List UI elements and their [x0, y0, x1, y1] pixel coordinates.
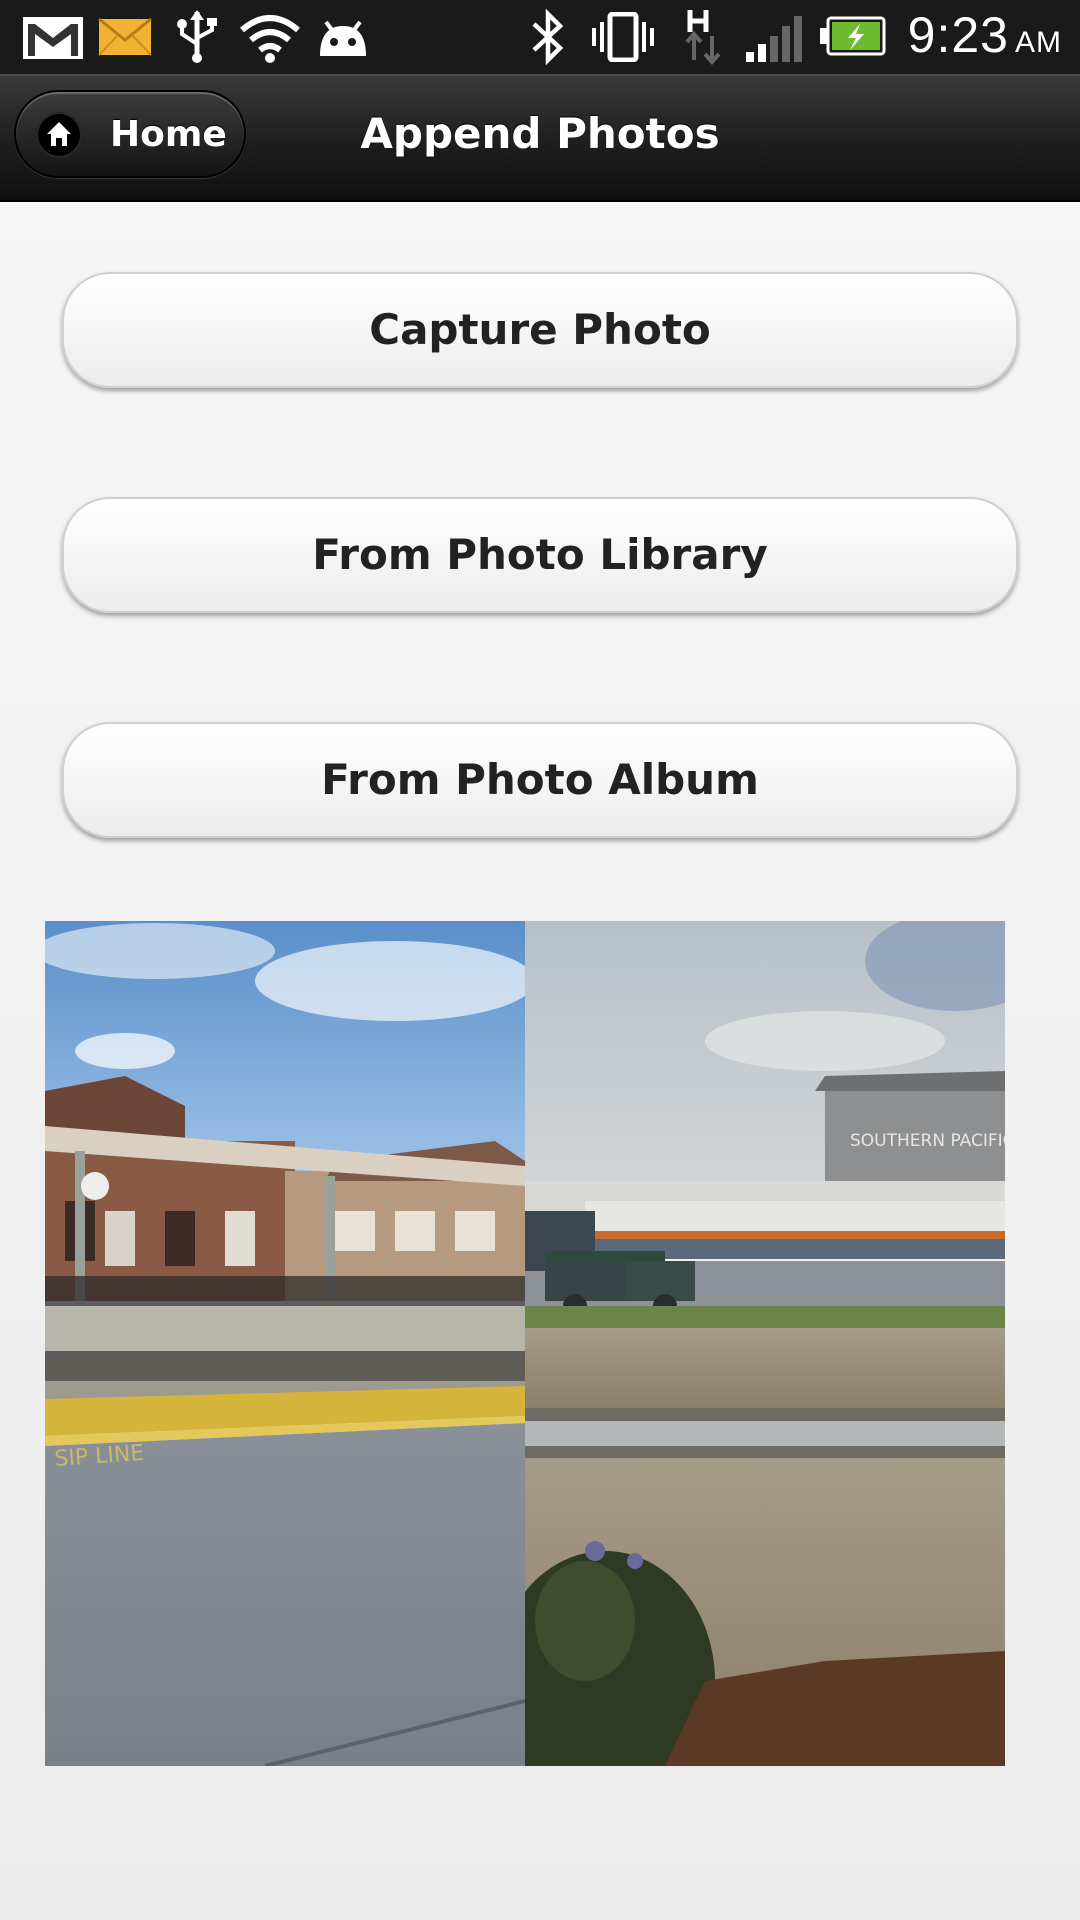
photo-thumbnail-platform[interactable]: SIP LINE — [45, 921, 525, 1766]
clock: 9:23 AM — [908, 6, 1062, 64]
photo-thumbnail-railyard[interactable]: SOUTHERN PACIFIC — [525, 921, 1005, 1766]
building-sign-text: SOUTHERN PACIFIC — [850, 1131, 1005, 1151]
usb-icon — [174, 8, 220, 68]
wifi-icon — [238, 12, 302, 68]
photo-library-button[interactable]: From Photo Library — [62, 497, 1018, 613]
home-icon — [36, 112, 82, 158]
data-h-icon — [684, 6, 724, 70]
status-bar: 9:23 AM — [0, 0, 1080, 74]
capture-photo-button[interactable]: Capture Photo — [62, 272, 1018, 388]
page-title: Append Photos — [360, 109, 720, 158]
app-header: Home Append Photos — [0, 74, 1080, 202]
home-button-label: Home — [110, 114, 227, 155]
clock-time: 9:23 — [907, 7, 1009, 63]
android-icon — [316, 18, 370, 62]
vibrate-icon — [588, 11, 658, 66]
home-button[interactable]: Home — [14, 90, 246, 178]
gmail-icon — [22, 16, 84, 64]
bluetooth-icon — [530, 8, 566, 70]
email-icon — [98, 17, 152, 60]
photo-album-button[interactable]: From Photo Album — [62, 722, 1018, 838]
signal-icon — [744, 12, 806, 66]
battery-charging-icon — [818, 16, 888, 60]
clock-ampm: AM — [1015, 26, 1062, 59]
